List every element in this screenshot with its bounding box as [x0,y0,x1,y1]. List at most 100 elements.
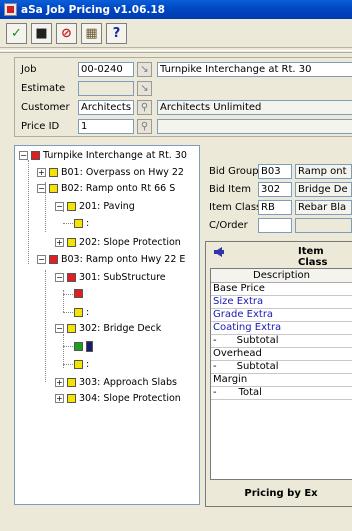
bid-group-label: Bid Group [209,166,259,177]
disk-icon: ■ [35,25,48,41]
magnifier-icon: ⚲ [140,121,149,132]
item-class-field[interactable]: RB [258,200,292,215]
bid-item-field[interactable]: 302 [258,182,292,197]
estimate-field[interactable] [78,81,134,96]
tree-node-302[interactable]: − 302: Bridge Deck [55,323,161,334]
customer-field[interactable]: Architects [78,100,134,115]
back-arrow-icon[interactable] [214,247,224,257]
tree-node-301-child[interactable]: : [74,307,89,318]
job-description: Turnpike Interchange at Rt. 30 [157,62,352,77]
grid-row-subtotal[interactable]: - Subtotal [211,335,352,348]
grid-row-size-extra[interactable]: Size Extra [211,296,352,309]
expand-icon[interactable]: + [37,168,46,177]
job-tree[interactable]: − Turnpike Interchange at Rt. 30 + B01: … [14,145,200,505]
tree-node-303[interactable]: + 303: Approach Slabs [55,377,177,388]
tree-node-label: 302: Bridge Deck [79,323,162,334]
expand-icon[interactable]: + [55,394,64,403]
question-icon: ? [112,25,121,41]
bid-group-description: Ramp ont [295,164,352,179]
pricing-grid[interactable]: Description Base Price Size Extra Grade … [210,268,352,480]
tree-node-label: Turnpike Interchange at Rt. 30 [43,150,187,161]
tree-node-root[interactable]: − Turnpike Interchange at Rt. 30 [19,150,187,161]
tree-node-label: : [86,218,90,229]
job-label: Job [21,64,37,75]
tree-node-301-child[interactable] [74,289,83,298]
tree-node-label: B01: Overpass on Hwy 22 [61,167,184,178]
tree-node-label: 301: SubStructure [79,272,166,283]
corder-field[interactable] [258,218,292,233]
grid-row-total[interactable]: - Total [211,387,352,400]
red-status-icon [74,289,83,298]
tree-node-label: 304: Slope Protection [79,393,181,404]
grid-row-grade-extra[interactable]: Grade Extra [211,309,352,322]
tree-node-label: 202: Slope Protection [79,237,181,248]
item-class-label: Item Class [209,202,262,213]
collapse-icon[interactable]: − [19,151,28,160]
tree-line [63,346,73,347]
grid-row-base-price[interactable]: Base Price [211,283,352,296]
grid-row-margin[interactable]: Margin [211,374,352,387]
yellow-status-icon [67,324,76,333]
app-window: aSa Job Pricing v1.06.18 ✓ ■ ⊘ ▦ ? Job 0… [0,0,352,531]
tree-node-b03[interactable]: − B03: Ramp onto Hwy 22 E [37,254,185,265]
grid-row-overhead[interactable]: Overhead [211,348,352,361]
help-button[interactable]: ? [106,22,127,44]
customer-label: Customer [21,102,70,113]
grid-row-coating-extra[interactable]: Coating Extra [211,322,352,335]
tree-node-b02[interactable]: − B02: Ramp onto Rt 66 S [37,183,175,194]
tree-line [63,312,73,313]
toolbar: ✓ ■ ⊘ ▦ ? [0,19,352,48]
expand-icon[interactable]: + [55,238,64,247]
report-button[interactable]: ▦ [81,22,102,44]
item-detail-panel: Bid Group B03 Ramp ont Bid Item 302 Brid… [205,161,352,234]
column-header-description[interactable]: Description [211,269,352,283]
customer-search-button[interactable]: ⚲ [137,100,152,115]
yellow-status-icon [74,308,83,317]
estimate-label: Estimate [21,83,66,94]
item-class-panel: Item Class Description Base Price Size E… [205,241,352,507]
bid-item-description: Bridge De [295,182,352,197]
collapse-icon[interactable]: − [55,202,64,211]
tree-line [63,364,73,365]
priceid-search-button[interactable]: ⚲ [137,119,152,134]
tree-line [45,270,46,382]
tree-node-b01[interactable]: + B01: Overpass on Hwy 22 [37,167,184,178]
tree-node-301[interactable]: − 301: SubStructure [55,272,166,283]
cancel-button[interactable]: ⊘ [56,22,77,44]
job-lookup-button[interactable]: ↘ [137,62,152,77]
report-icon: ▦ [85,25,98,41]
tree-node-202[interactable]: + 202: Slope Protection [55,237,181,248]
green-status-icon [74,342,83,351]
bid-group-field[interactable]: B03 [258,164,292,179]
arrow-icon: ↘ [140,64,149,75]
save-check-button[interactable]: ✓ [6,22,27,44]
collapse-icon[interactable]: − [37,255,46,264]
estimate-lookup-button[interactable]: ↘ [137,81,152,96]
tree-node-302-selected[interactable] [74,341,93,352]
yellow-status-icon [74,360,83,369]
collapse-icon[interactable]: − [55,324,64,333]
red-status-icon [49,255,58,264]
corder-description [295,218,352,233]
tree-node-201-child[interactable]: : [74,218,89,229]
red-status-icon [67,273,76,282]
tree-node-201[interactable]: − 201: Paving [55,201,135,212]
yellow-status-icon [67,394,76,403]
toolbar-divider [0,50,352,53]
corder-label: C/Order [209,220,248,231]
priceid-label: Price ID [21,121,60,132]
app-icon [4,3,17,16]
tree-node-label: 303: Approach Slabs [79,377,177,388]
priceid-field[interactable]: 1 [78,119,134,134]
tree-line [63,334,64,368]
grid-row-subtotal-2[interactable]: - Subtotal [211,361,352,374]
save-button[interactable]: ■ [31,22,52,44]
item-class-header: Item Class [206,242,352,268]
collapse-icon[interactable]: − [55,273,64,282]
collapse-icon[interactable]: − [37,184,46,193]
tree-node-302-child[interactable]: : [74,359,89,370]
expand-icon[interactable]: + [55,378,64,387]
row-label: Subtotal [236,335,279,346]
job-field[interactable]: 00-0240 [78,62,134,77]
tree-node-304[interactable]: + 304: Slope Protection [55,393,181,404]
